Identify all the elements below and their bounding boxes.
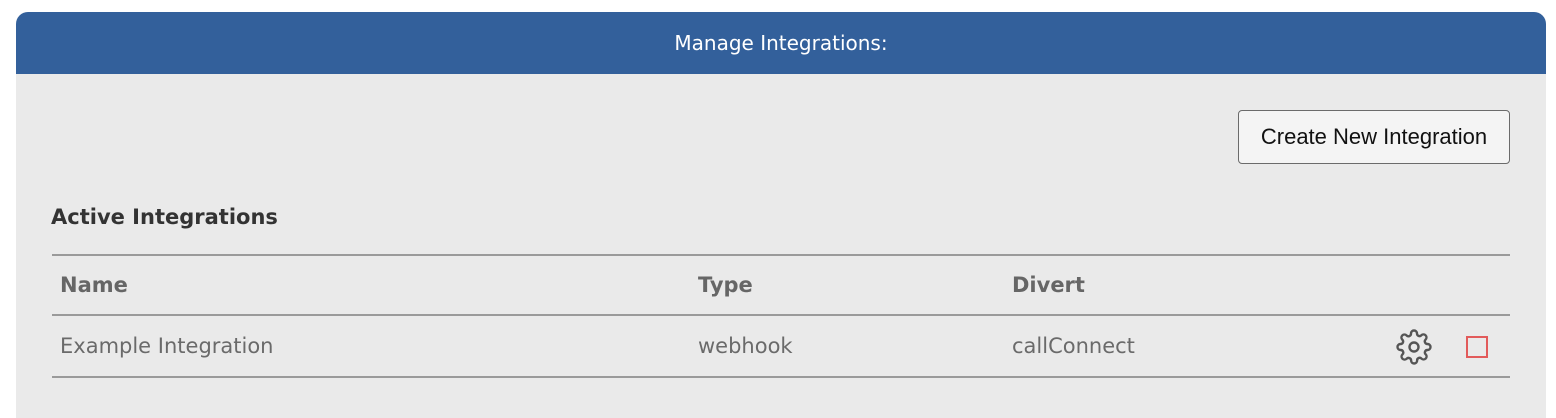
integration-type-cell: webhook: [698, 334, 793, 358]
manage-integrations-panel: Manage Integrations: Create New Integrat…: [16, 12, 1546, 418]
delete-icon[interactable]: [1466, 336, 1488, 358]
create-new-integration-button[interactable]: Create New Integration: [1238, 110, 1510, 164]
active-integrations-heading: Active Integrations: [51, 205, 278, 229]
integration-name-cell: Example Integration: [60, 334, 274, 358]
column-header-type: Type: [698, 273, 753, 297]
panel-title: Manage Integrations:: [674, 31, 888, 55]
panel-header: Manage Integrations:: [16, 12, 1546, 74]
gear-icon[interactable]: [1396, 329, 1432, 365]
column-header-divert: Divert: [1012, 273, 1085, 297]
column-header-name: Name: [60, 273, 128, 297]
table-row: Example Integration webhook callConnect: [52, 314, 1510, 378]
integration-divert-cell: callConnect: [1012, 334, 1135, 358]
table-header-row: Name Type Divert: [52, 254, 1510, 314]
integrations-table: Name Type Divert Example Integration web…: [52, 254, 1510, 378]
